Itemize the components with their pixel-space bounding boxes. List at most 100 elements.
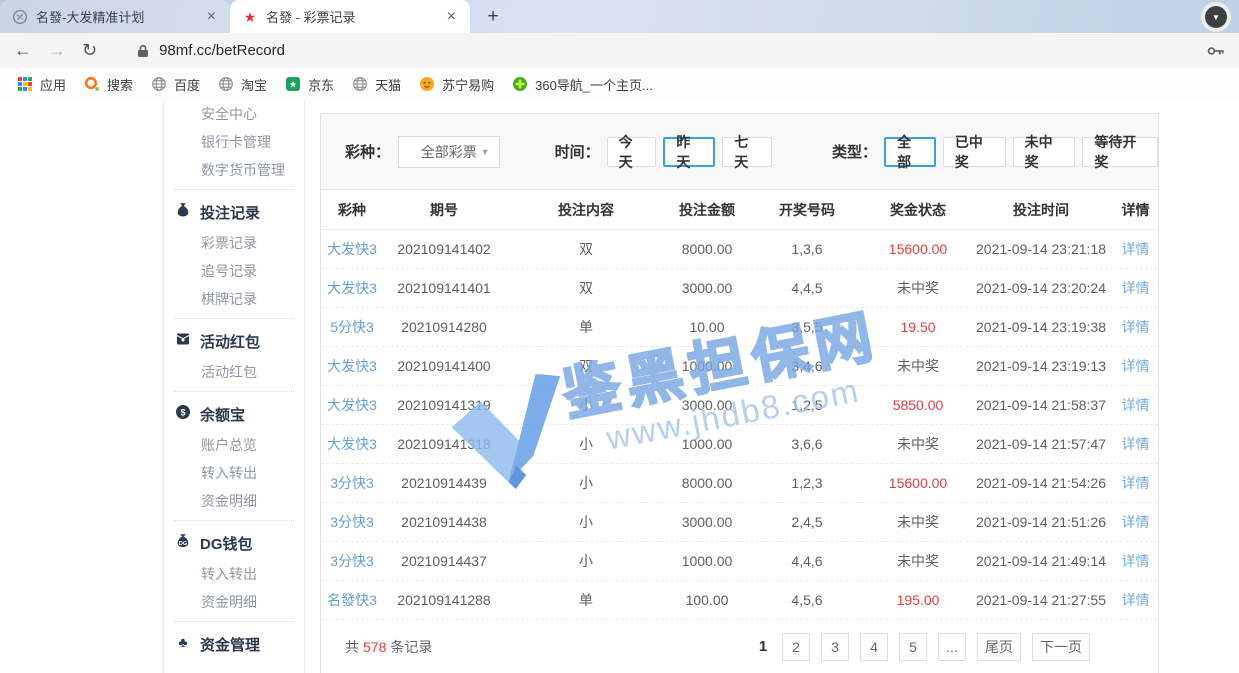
sidebar-item[interactable]: 转入转出: [164, 560, 304, 588]
svg-text:★: ★: [289, 80, 297, 90]
sidebar-section-header[interactable]: 活动红包: [164, 324, 304, 358]
sidebar-item[interactable]: 安全中心: [164, 100, 304, 128]
tab-dafa-plan[interactable]: 名發-大发精准计划 ×: [0, 0, 230, 33]
page-ellipsis[interactable]: ...: [938, 633, 966, 661]
issue-number: 20210914438: [383, 514, 505, 530]
detail-link[interactable]: 详情: [1113, 356, 1158, 376]
url-input[interactable]: 98mf.cc/betRecord: [159, 42, 1207, 59]
prize-status: 15600.00: [867, 475, 969, 491]
detail-link[interactable]: 详情: [1113, 512, 1158, 532]
sidebar-item[interactable]: 资金明细: [164, 487, 304, 515]
bet-content: 小: [505, 473, 667, 493]
detail-link[interactable]: 详情: [1113, 590, 1158, 610]
issue-number: 202109141400: [383, 358, 505, 374]
lock-icon[interactable]: [137, 44, 149, 58]
lottery-select[interactable]: 全部彩票 ▼: [398, 136, 500, 168]
column-header: 投注金额: [667, 200, 747, 220]
browser-window: 名發-大发精准计划 × ★ 名發 - 彩票记录 × + ▼ ← → ↻ 98mf…: [0, 0, 1239, 673]
detail-link[interactable]: 详情: [1113, 551, 1158, 571]
bet-content: 小: [505, 551, 667, 571]
type-filter-button[interactable]: 全部: [884, 137, 936, 167]
close-icon[interactable]: ×: [445, 9, 458, 25]
prize-status: 19.50: [867, 319, 969, 335]
sidebar-section-header[interactable]: ♣资金管理: [164, 627, 304, 661]
new-tab-button[interactable]: +: [480, 4, 506, 30]
page-button[interactable]: 2: [782, 633, 810, 661]
sidebar-section-header[interactable]: $余额宝: [164, 397, 304, 431]
bookmark-item[interactable]: 搜索: [75, 72, 142, 97]
page-button[interactable]: 3: [821, 633, 849, 661]
lottery-name: 大发快3: [321, 239, 383, 259]
address-bar: ← → ↻ 98mf.cc/betRecord: [0, 33, 1239, 68]
detail-link[interactable]: 详情: [1113, 317, 1158, 337]
detail-link[interactable]: 详情: [1113, 239, 1158, 259]
sidebar-item[interactable]: 棋牌记录: [164, 285, 304, 313]
bookmark-item[interactable]: 苏宁易购: [410, 72, 503, 97]
prize-status: 195.00: [867, 592, 969, 608]
type-filter-button[interactable]: 未中奖: [1013, 137, 1076, 167]
sidebar-section-label: 余额宝: [200, 404, 245, 425]
page-button[interactable]: 5: [899, 633, 927, 661]
table-row: 3分快320210914438小3000.002,4,5未中奖2021-09-1…: [321, 503, 1158, 542]
sidebar-divider: [174, 318, 294, 319]
bet-time: 2021-09-14 23:21:18: [969, 241, 1113, 257]
table-body: 大发快3202109141402双8000.001,3,615600.00202…: [321, 230, 1158, 620]
bet-amount: 1000.00: [667, 436, 747, 452]
bet-content: 单: [505, 317, 667, 337]
back-icon[interactable]: ←: [14, 40, 32, 61]
bookmark-item[interactable]: 天猫: [343, 72, 410, 97]
detail-link[interactable]: 详情: [1113, 434, 1158, 454]
bookmark-label: 搜索: [107, 75, 133, 94]
refresh-icon[interactable]: ↻: [82, 40, 97, 61]
detail-link[interactable]: 详情: [1113, 278, 1158, 298]
type-filter-button[interactable]: 已中奖: [943, 137, 1006, 167]
draw-numbers: 3,4,6: [747, 358, 867, 374]
time-filter-button[interactable]: 七天: [722, 137, 772, 167]
draw-numbers: 3,6,6: [747, 436, 867, 452]
bookmark-item[interactable]: 淘宝: [209, 72, 276, 97]
close-icon[interactable]: ×: [205, 9, 218, 25]
sidebar-item[interactable]: 活动红包: [164, 358, 304, 386]
club-icon: ♣: [175, 634, 191, 654]
sidebar-item[interactable]: 数字货币管理: [164, 156, 304, 184]
issue-number: 20210914437: [383, 553, 505, 569]
detail-link[interactable]: 详情: [1113, 395, 1158, 415]
bet-amount: 8000.00: [667, 241, 747, 257]
next-page-button[interactable]: 下一页: [1032, 633, 1090, 661]
issue-number: 202109141402: [383, 241, 505, 257]
last-page-button[interactable]: 尾页: [977, 633, 1021, 661]
column-header: 投注内容: [505, 200, 667, 220]
lottery-filter-label: 彩种：: [345, 141, 390, 162]
bet-amount: 100.00: [667, 592, 747, 608]
bookmark-label: 天猫: [375, 75, 401, 94]
sidebar-section-header[interactable]: DGDG钱包: [164, 526, 304, 560]
time-filter-button[interactable]: 昨天: [663, 137, 715, 167]
bookmark-item[interactable]: 应用: [8, 72, 75, 97]
sidebar-divider: [174, 391, 294, 392]
sidebar-section-header[interactable]: 投注记录: [164, 195, 304, 229]
bet-content: 单: [505, 590, 667, 610]
column-header: 投注时间: [969, 200, 1113, 220]
bet-time: 2021-09-14 21:49:14: [969, 553, 1113, 569]
sidebar-item[interactable]: 彩票记录: [164, 229, 304, 257]
draw-numbers: 1,2,3: [747, 475, 867, 491]
bookmark-item[interactable]: 百度: [142, 72, 209, 97]
sidebar-item[interactable]: 资金明细: [164, 588, 304, 616]
bookmark-item[interactable]: 360导航_一个主页...: [503, 72, 662, 97]
sidebar-item[interactable]: 账户总览: [164, 431, 304, 459]
time-filter-button[interactable]: 今天: [607, 137, 657, 167]
detail-link[interactable]: 详情: [1113, 473, 1158, 493]
type-filter-button[interactable]: 等待开奖: [1082, 137, 1158, 167]
tab-bet-record[interactable]: ★ 名發 - 彩票记录 ×: [230, 0, 470, 33]
bet-time: 2021-09-14 23:19:13: [969, 358, 1113, 374]
draw-numbers: 4,4,6: [747, 553, 867, 569]
lottery-name: 大发快3: [321, 356, 383, 376]
media-control-button[interactable]: ▼: [1201, 2, 1231, 32]
sidebar-item[interactable]: 转入转出: [164, 459, 304, 487]
key-icon[interactable]: [1207, 45, 1225, 57]
page-content: 安全中心银行卡管理数字货币管理投注记录彩票记录追号记录棋牌记录活动红包活动红包 $…: [0, 100, 1239, 673]
sidebar-item[interactable]: 银行卡管理: [164, 128, 304, 156]
page-button[interactable]: 4: [860, 633, 888, 661]
bookmark-item[interactable]: ★京东: [276, 72, 343, 97]
sidebar-item[interactable]: 追号记录: [164, 257, 304, 285]
